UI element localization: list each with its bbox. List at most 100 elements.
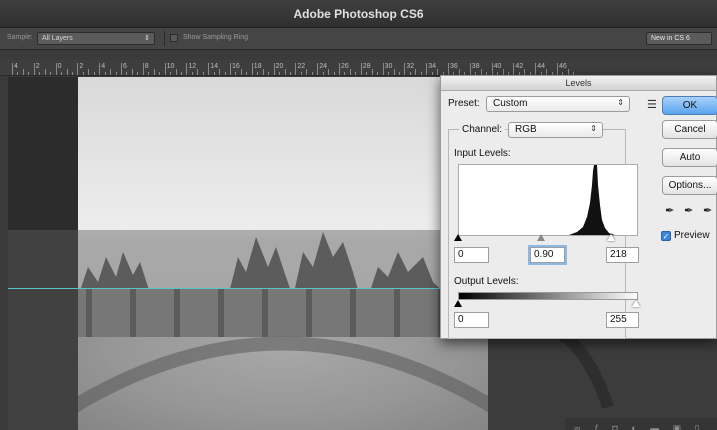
ruler-label: 6 — [123, 63, 127, 70]
preset-select[interactable]: Custom ⇕ — [486, 96, 630, 112]
ruler-label: 2 — [35, 63, 40, 70]
ruler-minor-tick — [322, 72, 324, 75]
black-eyedropper-icon[interactable]: ✒ — [665, 204, 674, 217]
input-white-field[interactable]: 218 — [606, 247, 639, 263]
ruler-tick — [186, 63, 188, 75]
ruler-label: 22 — [297, 63, 306, 70]
ruler-minor-tick — [66, 69, 68, 75]
options-separator — [164, 31, 165, 46]
ruler-minor-tick — [366, 72, 368, 75]
ruler-label: 24 — [319, 63, 327, 70]
ruler-label: 30 — [384, 63, 393, 70]
output-levels-label: Output Levels: — [454, 276, 519, 287]
horizontal-guide[interactable] — [8, 288, 440, 289]
ruler-minor-tick — [415, 69, 417, 75]
mask-icon[interactable]: ◘ — [612, 422, 617, 430]
ruler-minor-tick — [82, 72, 84, 75]
cancel-button[interactable]: Cancel — [662, 120, 717, 139]
ruler-minor-tick — [349, 69, 351, 75]
white-eyedropper-icon[interactable]: ✒ — [703, 204, 712, 217]
link-icon[interactable]: ∞ — [574, 422, 580, 430]
sample-select[interactable]: All Layers ⇕ — [37, 32, 155, 45]
fx-icon[interactable]: ƒ — [594, 422, 599, 430]
ruler-minor-tick — [437, 69, 439, 75]
preset-options-icon[interactable]: ☰ — [647, 98, 657, 111]
preview-label: Preview — [674, 230, 710, 241]
options-bar: Sample: All Layers ⇕ Show Sampling Ring … — [0, 28, 717, 50]
preset-label: Preset: — [448, 98, 480, 109]
channel-select[interactable]: RGB ⇕ — [508, 122, 603, 138]
sample-select-value: All Layers — [42, 35, 73, 42]
ruler-tick — [382, 63, 384, 75]
panel-gap — [0, 50, 717, 60]
ruler-minor-tick — [202, 72, 204, 75]
preview-checkbox[interactable]: ✓ — [661, 231, 671, 241]
ruler-tick — [295, 63, 297, 75]
ruler-label: 40 — [493, 63, 502, 70]
levels-dialog-title: Levels — [441, 76, 716, 91]
ruler-minor-tick — [262, 69, 264, 75]
ruler-tick — [404, 63, 406, 75]
input-gamma-handle[interactable] — [537, 234, 545, 241]
ruler-tick — [491, 63, 493, 75]
output-black-handle[interactable] — [454, 300, 462, 307]
histogram-graph — [569, 165, 615, 235]
channel-label: Channel: — [459, 124, 506, 135]
ruler-tick — [426, 63, 428, 75]
ruler-minor-tick — [137, 72, 139, 75]
ruler-minor-tick — [71, 72, 73, 75]
ruler-tick — [208, 63, 210, 75]
ruler-label: 34 — [428, 63, 436, 70]
ruler-tick — [230, 63, 231, 75]
output-black-field[interactable]: 0 — [454, 312, 489, 328]
ruler-minor-tick — [50, 72, 52, 75]
workspace-select-value: New in CS 6 — [651, 35, 690, 42]
ruler-tick — [99, 63, 101, 75]
ruler-label: 10 — [166, 63, 175, 70]
auto-button[interactable]: Auto — [662, 148, 717, 167]
ruler-minor-tick — [17, 72, 19, 75]
input-black-handle[interactable] — [454, 234, 462, 241]
ruler-minor-tick — [22, 69, 24, 75]
input-white-handle[interactable] — [607, 234, 615, 241]
folder-icon[interactable]: ▬ — [650, 422, 659, 430]
ruler-minor-tick — [398, 72, 400, 75]
ruler-minor-tick — [170, 72, 172, 75]
ruler-minor-tick — [306, 69, 308, 75]
ruler-tick — [142, 63, 144, 75]
ruler-minor-tick — [175, 69, 177, 75]
ruler-tick — [55, 63, 57, 75]
horizontal-ruler[interactable]: 4 2 0 2 4 6 8 10 12 14 16 18 20 22 24 26 28 30 32 34 36 38 40 4… — [0, 60, 717, 76]
ruler-minor-tick — [333, 72, 335, 75]
ruler-label: 32 — [406, 63, 415, 70]
new-layer-icon[interactable]: ▣ — [673, 422, 682, 430]
updown-arrow-icon: ⇕ — [617, 98, 624, 107]
options-button[interactable]: Options... — [662, 176, 717, 195]
show-sampling-ring-checkbox[interactable] — [170, 34, 178, 42]
ruler-tick — [317, 63, 319, 75]
show-sampling-ring-label: Show Sampling Ring — [183, 34, 248, 41]
ruler-minor-tick — [115, 72, 117, 75]
ruler-tick — [273, 63, 275, 75]
output-white-handle[interactable] — [632, 300, 640, 307]
input-gamma-field[interactable]: 0.90 — [530, 247, 565, 263]
ruler-tick — [77, 63, 79, 75]
ruler-minor-tick — [110, 69, 112, 75]
gray-eyedropper-icon[interactable]: ✒ — [684, 204, 693, 217]
preset-select-value: Custom — [493, 98, 528, 109]
workspace-select[interactable]: New in CS 6 — [646, 32, 712, 45]
channel-select-value: RGB — [515, 124, 537, 135]
layers-panel-footer: ∞ ƒ ◘ ◐ ▬ ▣ ▯ — [565, 418, 717, 430]
ruler-minor-tick — [246, 72, 248, 75]
ruler-minor-tick — [148, 72, 150, 75]
ruler-minor-tick — [300, 72, 302, 75]
ruler-minor-tick — [388, 72, 390, 75]
ok-button[interactable]: OK — [662, 96, 717, 115]
ruler-label: 0 — [57, 63, 62, 70]
ruler-minor-tick — [240, 69, 242, 75]
trash-icon[interactable]: ▯ — [695, 422, 700, 430]
ruler-minor-tick — [235, 72, 237, 75]
output-white-field[interactable]: 255 — [606, 312, 639, 328]
adjustment-icon[interactable]: ◐ — [631, 422, 636, 430]
input-black-field[interactable]: 0 — [454, 247, 489, 263]
